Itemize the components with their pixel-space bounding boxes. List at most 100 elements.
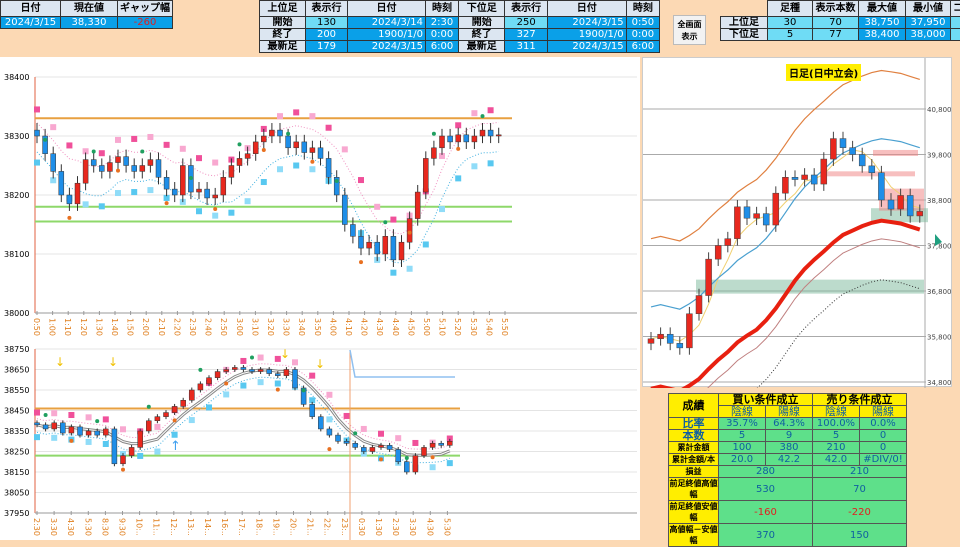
lower_tf-cell[interactable]: 2024/3/15 (547, 17, 626, 29)
lower_tf-cell[interactable]: 2024/3/15 (547, 41, 626, 53)
upper-band-marker (115, 137, 121, 143)
settings-header: 最大値 (859, 1, 906, 17)
x-tick-label: 9:30 (118, 518, 127, 536)
x-tick-label: 8:30 (100, 518, 109, 536)
lower-band-marker (86, 439, 92, 445)
x-tick-label: 4:00 (328, 318, 337, 336)
lower-band-marker (447, 460, 453, 466)
sell-arrow-icon: ↓ (55, 355, 65, 369)
lower_tf-cell[interactable]: 311 (505, 41, 547, 53)
upper-band-marker (196, 155, 202, 161)
gap-value[interactable]: -260 (118, 17, 173, 29)
fullscreen-button[interactable]: 全画面表示 (673, 15, 706, 45)
candle-body (86, 431, 91, 435)
candle-body (35, 423, 40, 425)
candle-body (782, 177, 788, 193)
fullscreen-label-2: 表示 (674, 31, 705, 43)
lower_tf-cell[interactable]: 1900/1/0 (547, 29, 626, 41)
upper-band-marker (66, 142, 72, 148)
upper_tf-cell[interactable]: 2:30 (426, 17, 459, 29)
signal-dot (302, 388, 306, 392)
lower-band-marker (439, 206, 445, 212)
upper-band-marker (86, 414, 92, 420)
candle-body (423, 158, 428, 192)
candle-body (258, 370, 263, 372)
candle-body (840, 139, 846, 148)
upper-band-marker (412, 440, 418, 446)
x-tick-label: 2:30 (32, 518, 41, 536)
candle-body (146, 421, 151, 431)
candle-body (60, 423, 65, 433)
x-tick-label: 5:00 (422, 318, 431, 336)
candle-body (205, 189, 210, 198)
candle-body (472, 136, 477, 142)
candle-body (830, 139, 836, 159)
candle-body (155, 417, 160, 421)
x-tick-label: 20:.. (289, 518, 298, 536)
settings-cell[interactable]: 37,950 (906, 17, 951, 29)
x-tick-label: 5:50 (500, 318, 509, 336)
upper_tf-cell[interactable]: 6:00 (426, 41, 459, 53)
lower-band-marker (275, 381, 281, 387)
upper_tf-cell[interactable]: 2024/3/15 (348, 41, 426, 53)
lower_tf-cell[interactable]: 0:50 (626, 17, 659, 29)
upper_tf-cell[interactable]: 0:00 (426, 29, 459, 41)
date-value[interactable]: 2024/3/15 (1, 17, 61, 29)
lower-band-marker (154, 449, 160, 455)
lower_tf-header: 日付 (547, 1, 626, 17)
lower_tf-cell[interactable]: 6:00 (626, 41, 659, 53)
results-value: 150 (813, 524, 907, 547)
lower-band-marker (293, 163, 299, 169)
settings-cell[interactable]: 38,750 (859, 17, 906, 29)
upper-band-marker (180, 146, 186, 152)
y-tick-label: 38100 (4, 250, 29, 259)
lagging-line (651, 239, 920, 388)
lower_tf-cell[interactable]: 327 (505, 29, 547, 41)
signal-dot (213, 207, 217, 211)
upper_tf-header: 時刻 (426, 1, 459, 17)
settings-cell[interactable]: 30 (768, 17, 813, 29)
x-tick-label: 4:20 (360, 318, 369, 336)
settings-cell[interactable]: 70 (813, 17, 859, 29)
candle-body (83, 160, 88, 184)
candle-body (99, 166, 104, 172)
settings-cell[interactable]: 5 (768, 29, 813, 41)
current-value[interactable]: 38,330 (61, 17, 118, 29)
settings-cell[interactable]: 38,000 (906, 29, 951, 41)
settings-header: 表示本数 (813, 1, 859, 17)
upper_tf-cell[interactable]: 2024/3/14 (348, 17, 426, 29)
lower_tf-cell[interactable]: 0:00 (626, 29, 659, 41)
candle-body (250, 370, 255, 372)
candle-body (78, 427, 83, 435)
lower-band-marker (258, 379, 264, 385)
x-tick-label: 3:00 (235, 318, 244, 336)
lower_tf-cell[interactable]: 250 (505, 17, 547, 29)
candle-body (293, 370, 298, 388)
candle-body (744, 207, 750, 218)
upper-timeframe-chart: 3875038650385503845038350382503815038050… (0, 340, 640, 540)
results-title: 成績 (669, 394, 719, 418)
settings-cell[interactable]: 38,400 (859, 29, 906, 41)
settings-cell[interactable]: 77 (813, 29, 859, 41)
upper-dotted-band (37, 122, 499, 234)
x-tick-label: 5:30 (442, 518, 451, 536)
upper_tf-cell[interactable]: 200 (306, 29, 348, 41)
lower-band-marker (83, 201, 89, 207)
upper_tf-cell[interactable]: 179 (306, 41, 348, 53)
x-tick-label: 3:30 (49, 518, 58, 536)
candle-body (658, 334, 664, 339)
results-value: 0.0% (860, 418, 907, 430)
signal-dot (92, 150, 96, 154)
candle-body (878, 173, 884, 200)
candle-body (181, 400, 186, 406)
upper_tf-cell[interactable]: 130 (306, 17, 348, 29)
buy-yin: 陰線 (719, 406, 766, 418)
signal-dot (379, 457, 383, 461)
x-tick-label: 4:30 (66, 518, 75, 536)
upper-band-marker (50, 124, 56, 130)
candle-body (35, 130, 40, 136)
candle-body (103, 429, 108, 435)
upper_tf-cell[interactable]: 1900/1/0 (348, 29, 426, 41)
candle-body (430, 443, 435, 447)
x-tick-label: 2:00 (141, 318, 150, 336)
